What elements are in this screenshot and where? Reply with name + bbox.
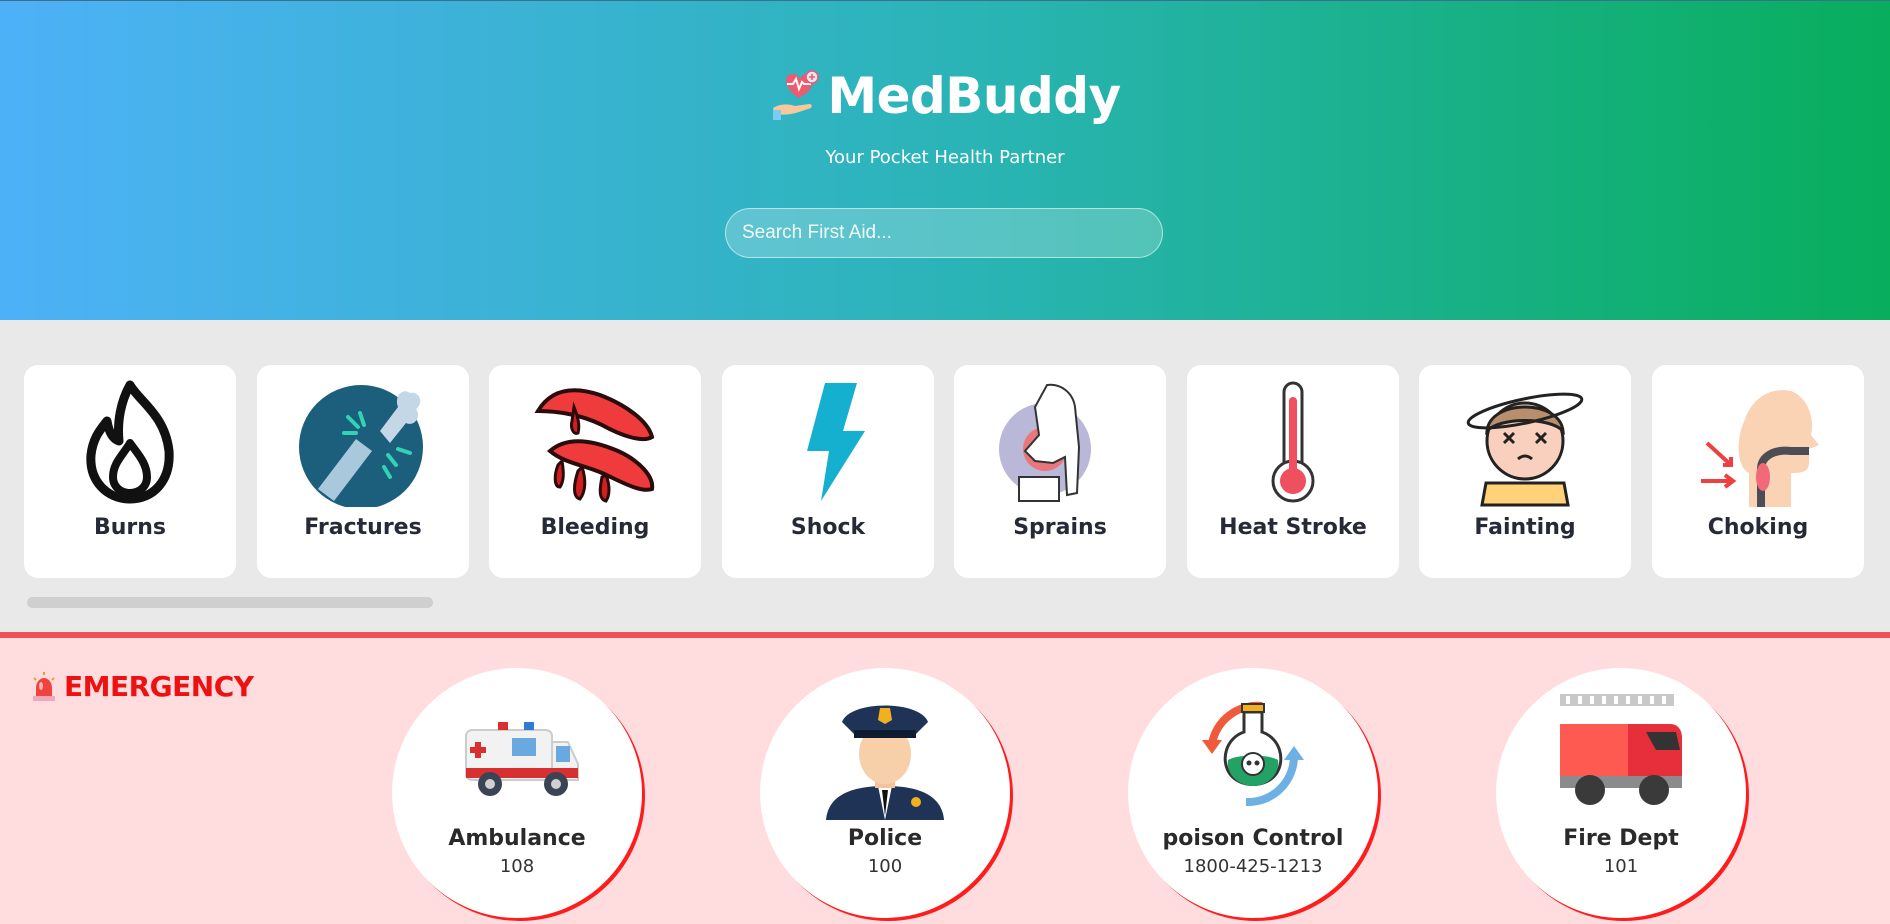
category-label: Fainting (1474, 515, 1576, 540)
category-label: Choking (1707, 515, 1809, 540)
emergency-section: EMERGENCY Ambulance 108 Police 100 poiso… (0, 632, 1890, 924)
emergency-number[interactable]: 101 (1604, 856, 1638, 877)
category-card-shock[interactable]: Shock (722, 365, 934, 578)
lightning-icon (807, 383, 865, 501)
emergency-card-fire-dept[interactable]: Fire Dept 101 (1496, 668, 1746, 918)
fire-truck-icon (1560, 694, 1682, 805)
emergency-name: poison Control (1162, 826, 1344, 851)
category-card-fractures[interactable]: Fractures (257, 365, 469, 578)
emergency-number[interactable]: 100 (868, 856, 902, 877)
category-label: Shock (790, 515, 866, 540)
category-label: Heat Stroke (1219, 515, 1367, 540)
app-tagline: Your Pocket Health Partner (825, 147, 1065, 168)
police-officer-icon (826, 705, 944, 820)
broken-bone-icon (299, 385, 423, 507)
first-aid-categories: Burns Fractures Bleeding Shock Sprains H… (0, 320, 1890, 636)
brand: MedBuddy (0, 67, 1890, 125)
emergency-number[interactable]: 108 (500, 856, 534, 877)
dizzy-face-icon (1466, 392, 1584, 507)
emergency-name: Fire Dept (1563, 826, 1679, 851)
emergency-card-police[interactable]: Police 100 (760, 668, 1010, 918)
category-card-sprains[interactable]: Sprains (954, 365, 1166, 578)
category-card-choking[interactable]: Choking (1652, 365, 1864, 578)
poison-flask-icon (1202, 701, 1304, 807)
category-scrollbar[interactable] (27, 597, 433, 608)
category-card-burns[interactable]: Burns (24, 365, 236, 578)
sprained-knee-icon (999, 383, 1091, 502)
heart-hand-icon (773, 70, 820, 120)
category-label: Burns (93, 515, 167, 540)
emergency-name: Ambulance (448, 826, 586, 851)
emergency-card-poison-control[interactable]: poison Control 1800-425-1213 (1128, 668, 1378, 918)
search-input[interactable] (725, 208, 1163, 258)
flame-icon (86, 380, 174, 504)
ambulance-icon (465, 722, 579, 796)
category-label: Sprains (1013, 515, 1107, 540)
siren-icon (33, 671, 55, 701)
emergency-name: Police (847, 826, 923, 851)
category-label: Bleeding (540, 515, 650, 540)
category-card-heat-stroke[interactable]: Heat Stroke (1187, 365, 1399, 578)
category-card-fainting[interactable]: Fainting (1419, 365, 1631, 578)
app-title: MedBuddy (827, 67, 1121, 125)
emergency-card-ambulance[interactable]: Ambulance 108 (392, 668, 642, 918)
category-card-bleeding[interactable]: Bleeding (489, 365, 701, 578)
app-header: MedBuddy Your Pocket Health Partner (0, 0, 1890, 320)
thermometer-icon (1271, 381, 1315, 503)
emergency-number[interactable]: 1800-425-1213 (1184, 856, 1323, 877)
category-label: Fractures (304, 515, 422, 540)
emergency-heading: EMERGENCY (30, 670, 254, 703)
bleeding-icon (534, 388, 655, 503)
choking-throat-icon (1701, 390, 1819, 507)
emergency-title: EMERGENCY (64, 670, 254, 703)
